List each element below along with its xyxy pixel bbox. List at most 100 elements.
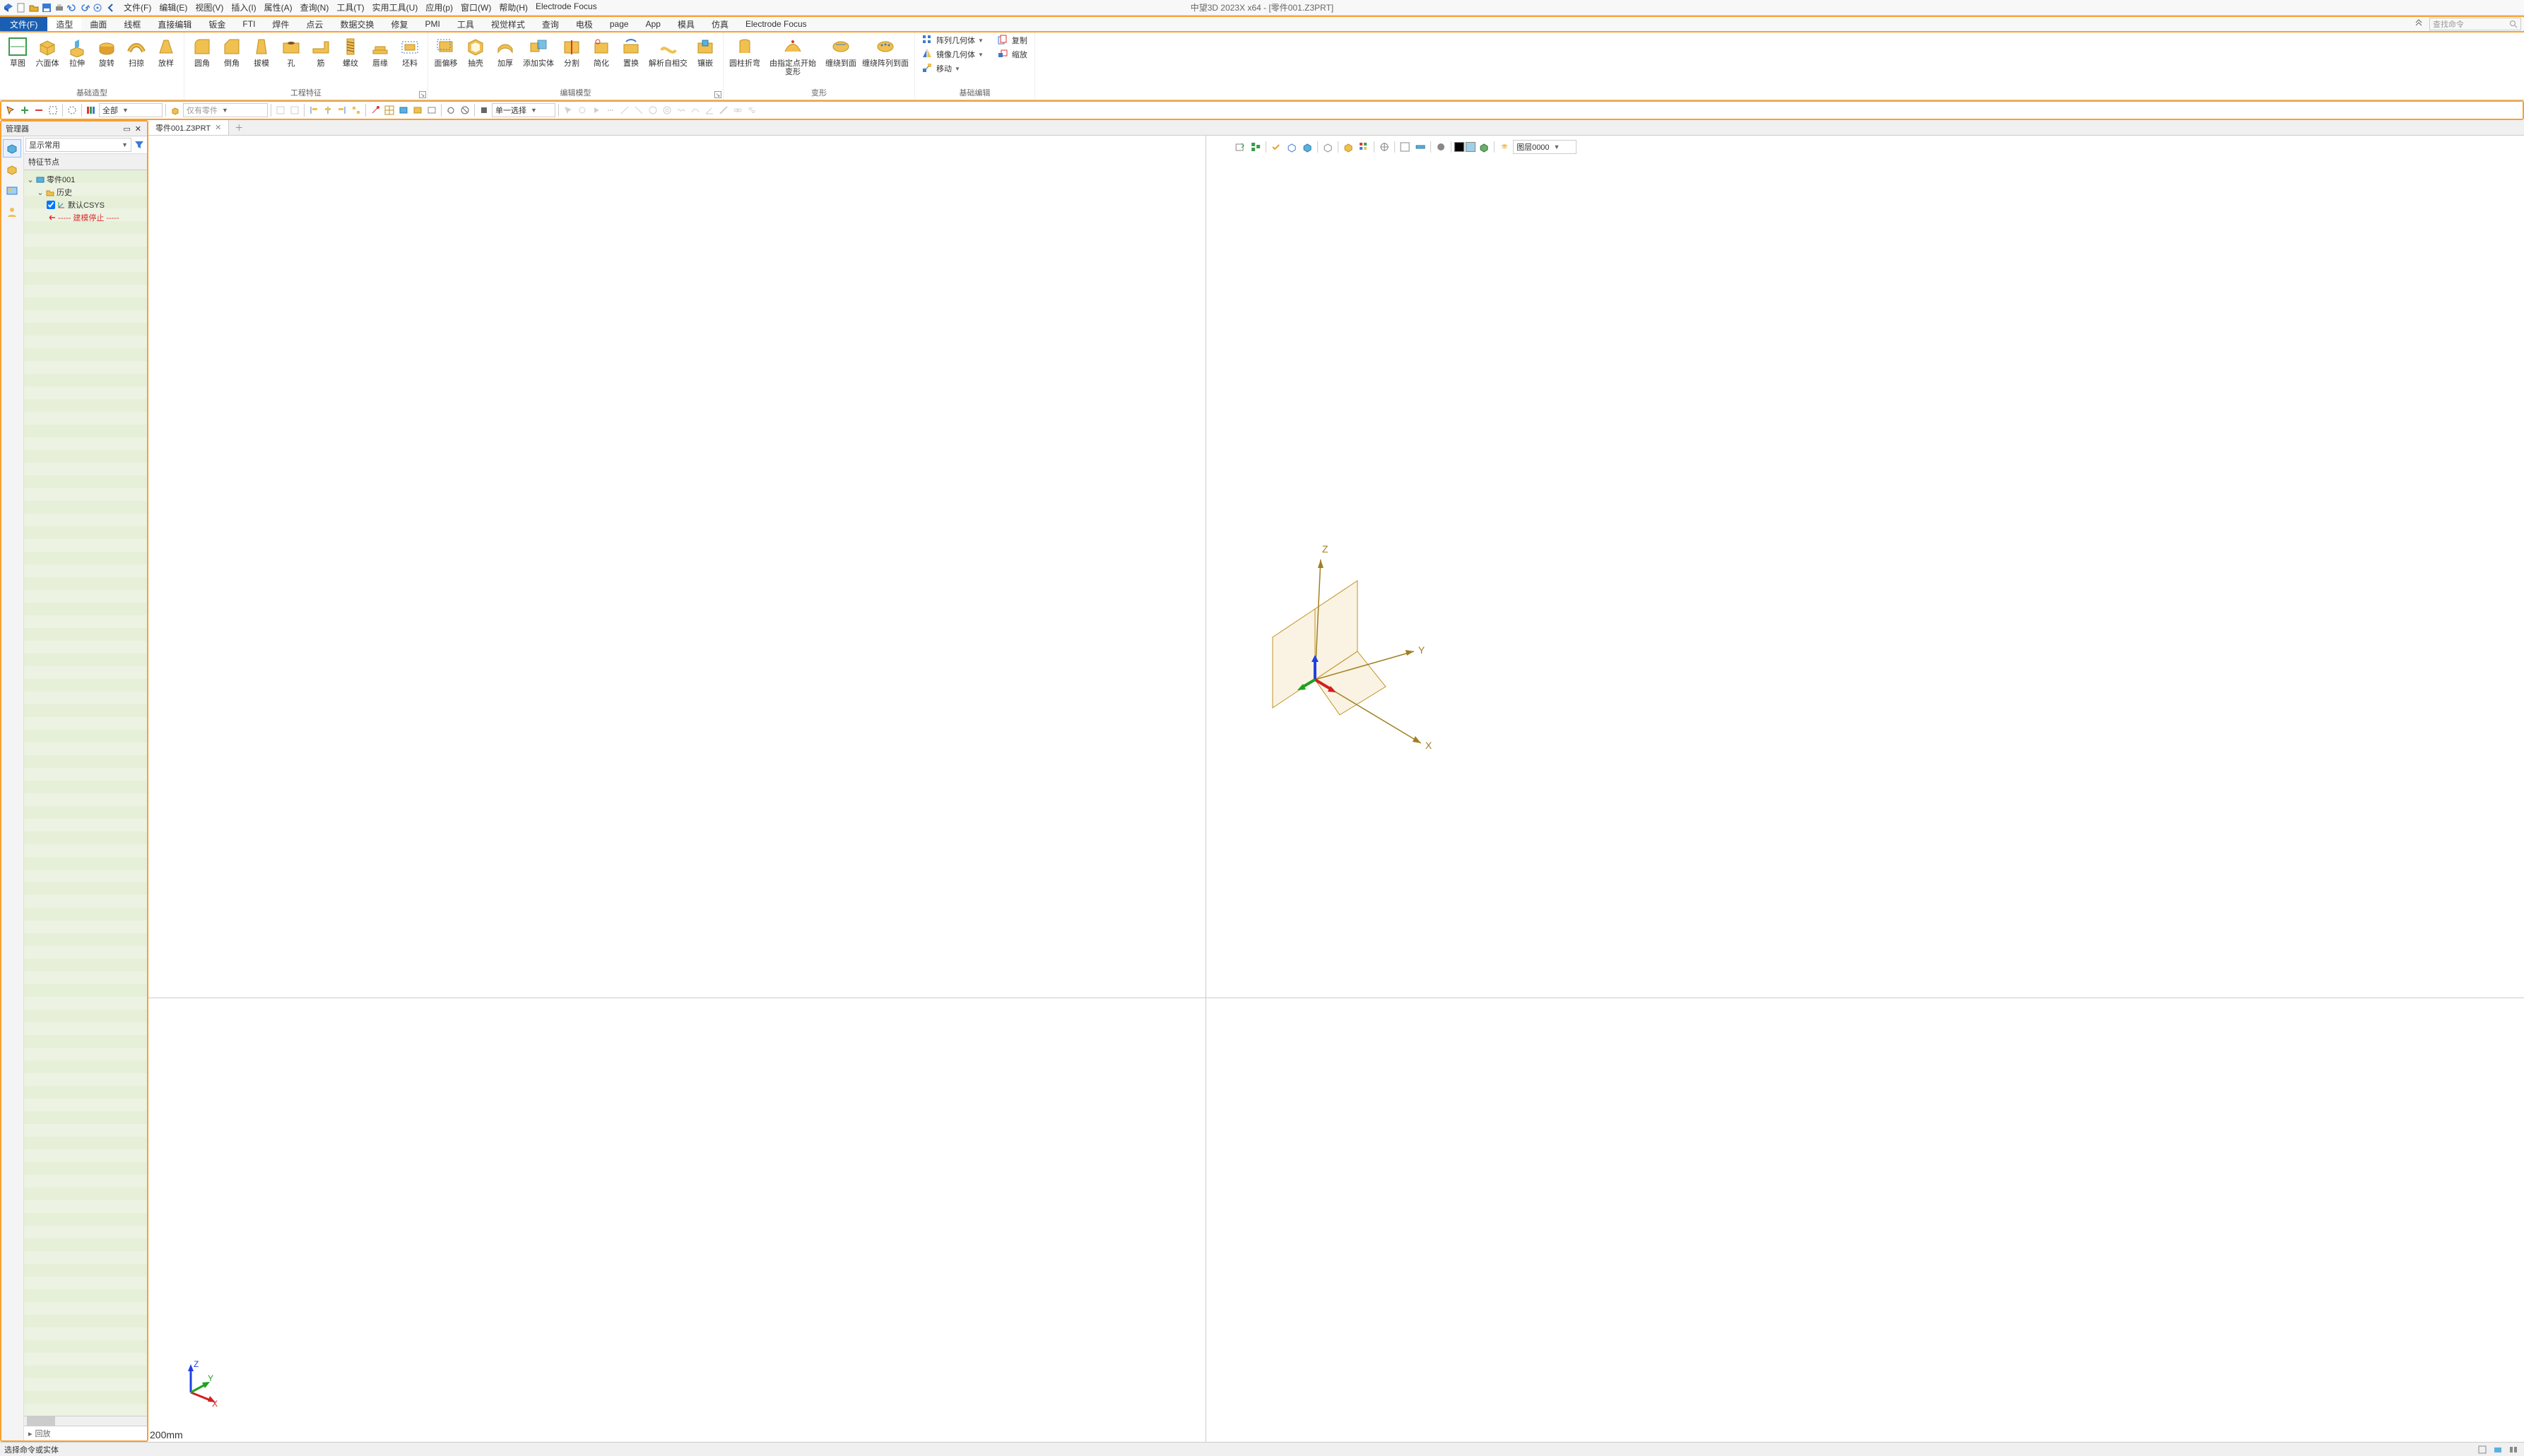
tab-mold[interactable]: 模具 — [669, 17, 703, 31]
file-tab[interactable]: 文件(F) — [0, 17, 47, 31]
btn-inlay[interactable]: 镶嵌 — [692, 34, 719, 69]
tree-history[interactable]: ⌄历史 — [27, 186, 144, 199]
btn-thread[interactable]: 螺纹 — [337, 34, 364, 69]
btn-chamfer[interactable]: 倒角 — [218, 34, 245, 69]
vt-toggle-icon[interactable] — [1269, 140, 1283, 154]
status-ico-3[interactable] — [2507, 1443, 2520, 1456]
tab-pointcloud[interactable]: 点云 — [297, 17, 331, 31]
palette-icon[interactable] — [85, 104, 98, 117]
btn-cyl-bend[interactable]: 圆柱折弯 — [728, 34, 762, 69]
vt-entity-icon[interactable] — [1477, 140, 1491, 154]
color-black[interactable] — [1454, 142, 1464, 152]
tab-visual[interactable]: 视觉样式 — [483, 17, 533, 31]
select-mode-combo[interactable]: 单一选择▼ — [492, 103, 555, 117]
tab-shape[interactable]: 造型 — [47, 17, 81, 31]
circle-tool-icon[interactable] — [647, 104, 659, 117]
grid-icon[interactable] — [383, 104, 396, 117]
vt-tree-icon[interactable] — [1249, 140, 1263, 154]
angle-tool-icon[interactable] — [703, 104, 716, 117]
color-light-blue[interactable] — [1466, 142, 1475, 152]
tab-electrode-focus[interactable]: Electrode Focus — [737, 17, 815, 31]
vt-ruler-icon[interactable] — [1413, 140, 1427, 154]
document-tab[interactable]: 零件001.Z3PRT✕ — [148, 120, 229, 135]
vt-box-icon[interactable] — [1321, 140, 1335, 154]
btn-scale[interactable]: 缩放 — [995, 48, 1030, 61]
btn-replace[interactable]: 置换 — [618, 34, 644, 69]
playback-bar[interactable]: ▸回放 — [24, 1426, 147, 1440]
menu-file[interactable]: 文件(F) — [120, 0, 155, 15]
btn-loft[interactable]: 放样 — [153, 34, 179, 69]
arrow-tool-icon[interactable] — [562, 104, 574, 117]
command-search[interactable]: 查找命令 — [2429, 18, 2521, 30]
new-icon[interactable] — [16, 2, 27, 13]
refresh-icon[interactable] — [444, 104, 457, 117]
filter-icon[interactable] — [133, 138, 146, 151]
print-icon[interactable] — [54, 2, 65, 13]
tab-fti[interactable]: FTI — [234, 17, 264, 31]
btn-rib[interactable]: 筋 — [307, 34, 334, 69]
vt-target-icon[interactable] — [1377, 140, 1391, 154]
sidebar-solid-icon[interactable] — [3, 160, 21, 179]
tab-direct-edit[interactable]: 直接编辑 — [149, 17, 200, 31]
tab-app[interactable]: App — [637, 17, 669, 31]
parts-only-combo[interactable]: 仅有零件▼ — [183, 103, 268, 117]
viewport-3d[interactable]: Z Y X — [148, 136, 2524, 1442]
menu-window[interactable]: 窗口(W) — [457, 0, 495, 15]
vt-render-icon[interactable] — [1434, 140, 1448, 154]
lasso-icon[interactable] — [66, 104, 78, 117]
btn-box[interactable]: 六面体 — [34, 34, 61, 69]
btn-shell[interactable]: 抽壳 — [462, 34, 489, 69]
tree-stop[interactable]: ----- 建模停止 ----- — [27, 211, 144, 224]
btn-thicken[interactable]: 加厚 — [492, 34, 519, 69]
btn-wrap[interactable]: 缠绕到面 — [824, 34, 858, 69]
btn-point-deform[interactable]: 由指定点开始变形 — [765, 34, 821, 78]
tab-query[interactable]: 查询 — [533, 17, 567, 31]
vt-wire-icon[interactable] — [1285, 140, 1299, 154]
menu-insert[interactable]: 插入(I) — [228, 0, 259, 15]
ribbon-collapse-icon[interactable] — [2411, 19, 2426, 29]
btn-revolve[interactable]: 旋转 — [93, 34, 120, 69]
btn-wrap-pattern[interactable]: 缠绕阵列到面 — [861, 34, 910, 69]
btn-face-offset[interactable]: 面偏移 — [432, 34, 459, 69]
tab-tools[interactable]: 工具 — [449, 17, 483, 31]
vt-layer-icon[interactable] — [1497, 140, 1511, 154]
line-tool-icon[interactable] — [618, 104, 631, 117]
vt-export-icon[interactable] — [1233, 140, 1247, 154]
parts-icon[interactable] — [169, 104, 182, 117]
orientation-gizmo[interactable]: Z X Y — [177, 1357, 226, 1407]
btn-self-intersect[interactable]: 解析自相交 — [647, 34, 689, 69]
display-combo[interactable]: 显示常用▼ — [25, 138, 131, 152]
play-tool-icon[interactable] — [590, 104, 603, 117]
tree-scrollbar[interactable] — [24, 1416, 147, 1426]
tab-weld[interactable]: 焊件 — [264, 17, 297, 31]
circle2-tool-icon[interactable] — [661, 104, 673, 117]
menu-tools[interactable]: 工具(T) — [333, 0, 367, 15]
status-ico-1[interactable] — [2476, 1443, 2489, 1456]
btn-draft[interactable]: 拔模 — [248, 34, 275, 69]
wave2-tool-icon[interactable] — [689, 104, 702, 117]
tab-surface[interactable]: 曲面 — [81, 17, 115, 31]
menu-util[interactable]: 实用工具(U) — [369, 0, 422, 15]
layer-combo[interactable]: 图层0000▼ — [1513, 140, 1576, 154]
redo-icon[interactable] — [79, 2, 90, 13]
tab-pmi[interactable]: PMI — [416, 17, 448, 31]
tb-view2-icon[interactable] — [411, 104, 424, 117]
csys-checkbox[interactable] — [47, 201, 55, 209]
btn-sweep[interactable]: 扫掠 — [123, 34, 150, 69]
tab-electrode[interactable]: 电极 — [567, 17, 601, 31]
tab-sheetmetal[interactable]: 钣金 — [200, 17, 234, 31]
box-select-icon[interactable] — [47, 104, 59, 117]
snap-icon[interactable] — [369, 104, 382, 117]
btn-lip[interactable]: 唇缘 — [367, 34, 394, 69]
wave-tool-icon[interactable] — [675, 104, 688, 117]
btn-add-body[interactable]: 添加实体 — [521, 34, 555, 69]
dots-tool-icon[interactable] — [604, 104, 617, 117]
gear-tool-icon[interactable] — [576, 104, 589, 117]
tree-root[interactable]: ⌄零件001 — [27, 173, 144, 186]
feature-dialog-launcher[interactable]: ↘ — [419, 91, 426, 98]
filter-all-combo[interactable]: 全部▼ — [99, 103, 163, 117]
tab-data-exchange[interactable]: 数据交换 — [331, 17, 382, 31]
align-1-icon[interactable] — [307, 104, 320, 117]
menu-electrode[interactable]: Electrode Focus — [532, 0, 601, 15]
vt-frame-icon[interactable] — [1398, 140, 1412, 154]
